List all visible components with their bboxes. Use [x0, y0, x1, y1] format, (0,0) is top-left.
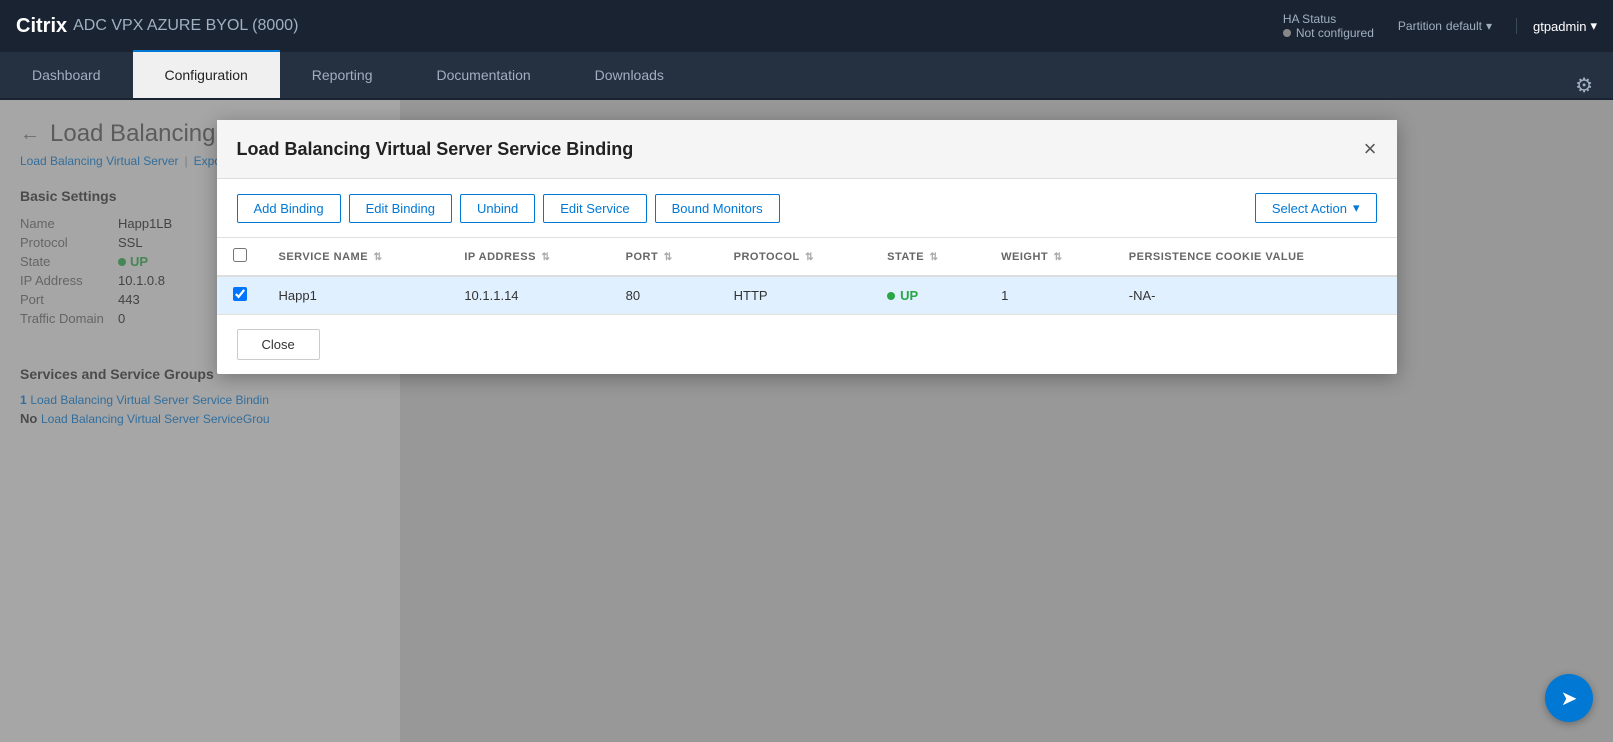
edit-binding-button[interactable]: Edit Binding [349, 194, 452, 223]
tab-documentation[interactable]: Documentation [404, 50, 562, 98]
topbar: Citrix ADC VPX AZURE BYOL (8000) HA Stat… [0, 0, 1613, 52]
tab-dashboard[interactable]: Dashboard [0, 50, 133, 98]
table-row[interactable]: Happ1 10.1.1.14 80 HTTP UP 1 -NA- [217, 276, 1397, 314]
fab-button[interactable]: ➤ [1545, 674, 1593, 722]
brand-area: Citrix ADC VPX AZURE BYOL (8000) [16, 15, 298, 38]
modal-overlay: Load Balancing Virtual Server Service Bi… [0, 100, 1613, 742]
modal-dialog: Load Balancing Virtual Server Service Bi… [217, 120, 1397, 374]
ha-status: HA Status Not configured [1283, 12, 1374, 40]
col-weight: WEIGHT ⇅ [985, 238, 1113, 276]
modal-close-button[interactable]: × [1364, 136, 1377, 162]
ha-dot-icon [1283, 29, 1291, 37]
tab-configuration[interactable]: Configuration [133, 50, 280, 98]
tab-downloads[interactable]: Downloads [563, 50, 696, 98]
row-checkbox[interactable] [233, 287, 247, 301]
settings-gear-area[interactable]: ⚙ [1555, 73, 1613, 98]
col-service-name: SERVICE NAME ⇅ [263, 238, 449, 276]
fab-icon: ➤ [1561, 686, 1578, 711]
sort-port-icon[interactable]: ⇅ [664, 252, 673, 263]
row-checkbox-cell [217, 276, 263, 314]
edit-service-button[interactable]: Edit Service [543, 194, 646, 223]
user-chevron-icon: ▾ [1590, 18, 1597, 34]
col-persistence-cookie: PERSISTENCE COOKIE VALUE [1113, 238, 1397, 276]
user-name: gtpadmin [1533, 19, 1586, 34]
close-button[interactable]: Close [237, 329, 320, 360]
partition-label: Partition [1398, 19, 1442, 33]
state-dot-icon [887, 292, 895, 300]
cell-weight: 1 [985, 276, 1113, 314]
table-body: Happ1 10.1.1.14 80 HTTP UP 1 -NA- [217, 276, 1397, 314]
select-action-button[interactable]: Select Action ▾ [1255, 193, 1377, 223]
table-container: SERVICE NAME ⇅ IP ADDRESS ⇅ PORT ⇅ PRO [217, 238, 1397, 314]
cell-protocol: HTTP [718, 276, 872, 314]
sort-ip-icon[interactable]: ⇅ [542, 252, 551, 263]
select-action-chevron-icon: ▾ [1353, 200, 1360, 216]
table-header-row: SERVICE NAME ⇅ IP ADDRESS ⇅ PORT ⇅ PRO [217, 238, 1397, 276]
add-binding-button[interactable]: Add Binding [237, 194, 341, 223]
brand-citrix: Citrix [16, 15, 67, 38]
sort-protocol-icon[interactable]: ⇅ [805, 252, 814, 263]
select-all-checkbox[interactable] [233, 248, 247, 262]
modal-header: Load Balancing Virtual Server Service Bi… [217, 120, 1397, 179]
partition-value: default [1446, 19, 1482, 33]
cell-persistence-cookie: -NA- [1113, 276, 1397, 314]
cell-state: UP [871, 276, 985, 314]
col-port: PORT ⇅ [610, 238, 718, 276]
col-ip-address: IP ADDRESS ⇅ [448, 238, 609, 276]
modal-footer: Close [217, 314, 1397, 374]
ha-status-val: Not configured [1283, 26, 1374, 40]
state-value: UP [900, 288, 918, 303]
col-state: STATE ⇅ [871, 238, 985, 276]
ha-status-title: HA Status [1283, 12, 1336, 26]
modal-toolbar: Add Binding Edit Binding Unbind Edit Ser… [217, 179, 1397, 238]
tab-reporting[interactable]: Reporting [280, 50, 405, 98]
bound-monitors-button[interactable]: Bound Monitors [655, 194, 780, 223]
col-protocol: PROTOCOL ⇅ [718, 238, 872, 276]
partition-chevron-icon: ▾ [1486, 19, 1492, 33]
user-menu[interactable]: gtpadmin ▾ [1516, 18, 1597, 34]
sort-weight-icon[interactable]: ⇅ [1054, 252, 1063, 263]
header-checkbox-cell [217, 238, 263, 276]
navbar: Dashboard Configuration Reporting Docume… [0, 52, 1613, 100]
cell-ip-address: 10.1.1.14 [448, 276, 609, 314]
topbar-right: HA Status Not configured Partition defau… [1283, 12, 1597, 40]
sort-state-icon[interactable]: ⇅ [930, 252, 939, 263]
partition-info[interactable]: Partition default ▾ [1398, 19, 1492, 33]
cell-service-name: Happ1 [263, 276, 449, 314]
service-bindings-table: SERVICE NAME ⇅ IP ADDRESS ⇅ PORT ⇅ PRO [217, 238, 1397, 314]
unbind-button[interactable]: Unbind [460, 194, 535, 223]
modal-title: Load Balancing Virtual Server Service Bi… [237, 139, 634, 160]
sort-service-name-icon[interactable]: ⇅ [374, 252, 383, 263]
cell-port: 80 [610, 276, 718, 314]
brand-rest: ADC VPX AZURE BYOL (8000) [73, 17, 298, 35]
ha-status-text: Not configured [1296, 26, 1374, 40]
gear-icon[interactable]: ⚙ [1575, 73, 1593, 98]
